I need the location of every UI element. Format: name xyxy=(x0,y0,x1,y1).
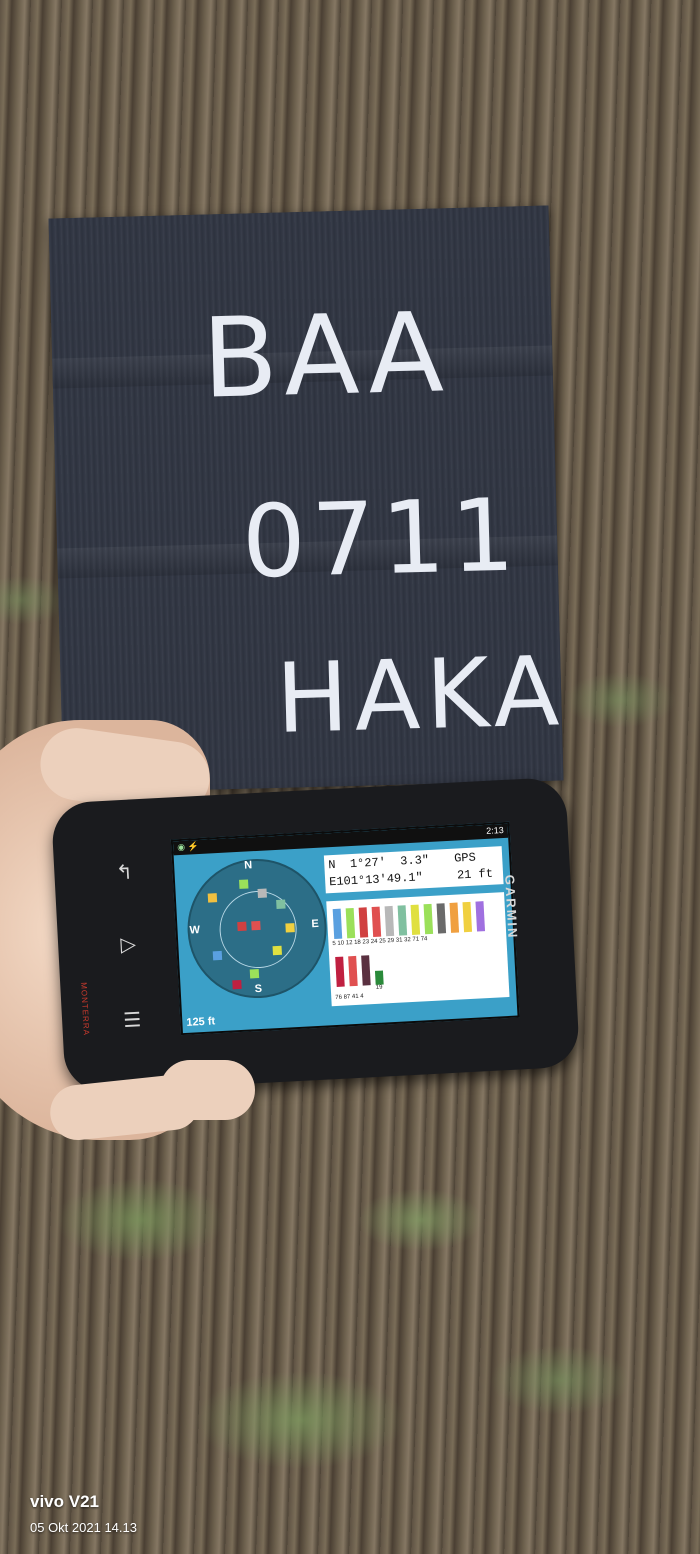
signal-bar xyxy=(361,955,371,986)
camera-watermark-datetime: 05 Okt 2021 14.13 xyxy=(30,1520,137,1535)
signal-bar xyxy=(332,908,343,940)
menu-button-icon[interactable]: ☰ xyxy=(107,1006,158,1034)
satellite-marker xyxy=(285,923,295,933)
finger xyxy=(160,1060,255,1120)
satellite-marker xyxy=(239,879,249,889)
tag-line-3: HAKA xyxy=(274,635,567,755)
map-scale: 125 ft xyxy=(186,1015,216,1029)
satellite-marker xyxy=(237,921,247,932)
gps-device: ↰ ▷ ☰ MONTERRA ◉ ⚡ 2:13 N E S W N 1°27' … xyxy=(50,776,581,1094)
fix-type: GPS xyxy=(453,850,477,866)
signal-bar xyxy=(436,903,447,934)
satellite-marker xyxy=(232,979,242,990)
camera-watermark-device: vivo V21 xyxy=(30,1492,99,1511)
signal-bar xyxy=(358,907,369,938)
satellite-marker xyxy=(212,950,223,961)
signal-bar xyxy=(475,901,486,932)
signal-bar xyxy=(348,955,358,987)
signal-bar xyxy=(423,903,434,935)
compass-north: N xyxy=(243,859,253,872)
compass-west: W xyxy=(189,924,201,937)
coordinates-card: N 1°27' 3.3" GPS E101°13'49.1" 21 ft xyxy=(323,846,504,894)
signal-bar xyxy=(410,904,421,935)
gps-screen: ◉ ⚡ 2:13 N E S W N 1°27' 3.3" GPS E101°1… xyxy=(170,821,520,1036)
signal-bar xyxy=(384,905,395,937)
signal-bar xyxy=(371,906,382,937)
tag-line-2: 0711 xyxy=(240,476,523,601)
satellite-marker xyxy=(257,888,267,898)
latitude: N 1°27' 3.3" xyxy=(327,852,430,873)
tag-line-1: BAA xyxy=(200,288,451,423)
satellite-marker xyxy=(251,920,261,931)
accuracy: 21 ft xyxy=(456,866,494,883)
satellite-id-19: 19 xyxy=(375,984,383,991)
page-button-icon[interactable]: ▷ xyxy=(103,931,154,959)
tag-cloth: BAA 0711 HAKA xyxy=(48,205,567,794)
satellite-marker xyxy=(276,899,286,910)
device-model: MONTERRA xyxy=(79,981,91,1037)
back-button-icon[interactable]: ↰ xyxy=(99,859,150,887)
signal-strength-chart: 5 10 12 18 23 24 25 29 31 32 71 74 19 76… xyxy=(326,892,510,1007)
hardware-buttons: ↰ ▷ ☰ xyxy=(98,839,158,1041)
satellite-sky-view: N E S W xyxy=(184,855,331,1002)
satellite-positions xyxy=(207,879,295,990)
compass-east: E xyxy=(311,917,320,931)
satellite-marker xyxy=(249,969,260,979)
compass-south: S xyxy=(254,982,263,996)
satellite-marker xyxy=(272,945,282,956)
signal-bar xyxy=(374,970,384,985)
signal-bar xyxy=(335,956,345,987)
signal-bar xyxy=(397,905,408,936)
signal-bar xyxy=(449,902,460,933)
signal-bar xyxy=(345,907,356,939)
clock: 2:13 xyxy=(485,825,505,836)
satellite-marker xyxy=(207,893,218,903)
satellite-ids-bottom: 76 87 41 4 xyxy=(335,993,364,1002)
device-brand: GARMIN xyxy=(502,874,521,940)
longitude: E101°13'49.1" xyxy=(328,870,424,890)
satellite-status-icon: ◉ ⚡ xyxy=(176,840,200,853)
signal-bar xyxy=(462,901,473,933)
photo-scene: BAA 0711 HAKA ↰ ▷ ☰ MONTERRA ◉ ⚡ 2:13 N … xyxy=(0,0,700,1554)
